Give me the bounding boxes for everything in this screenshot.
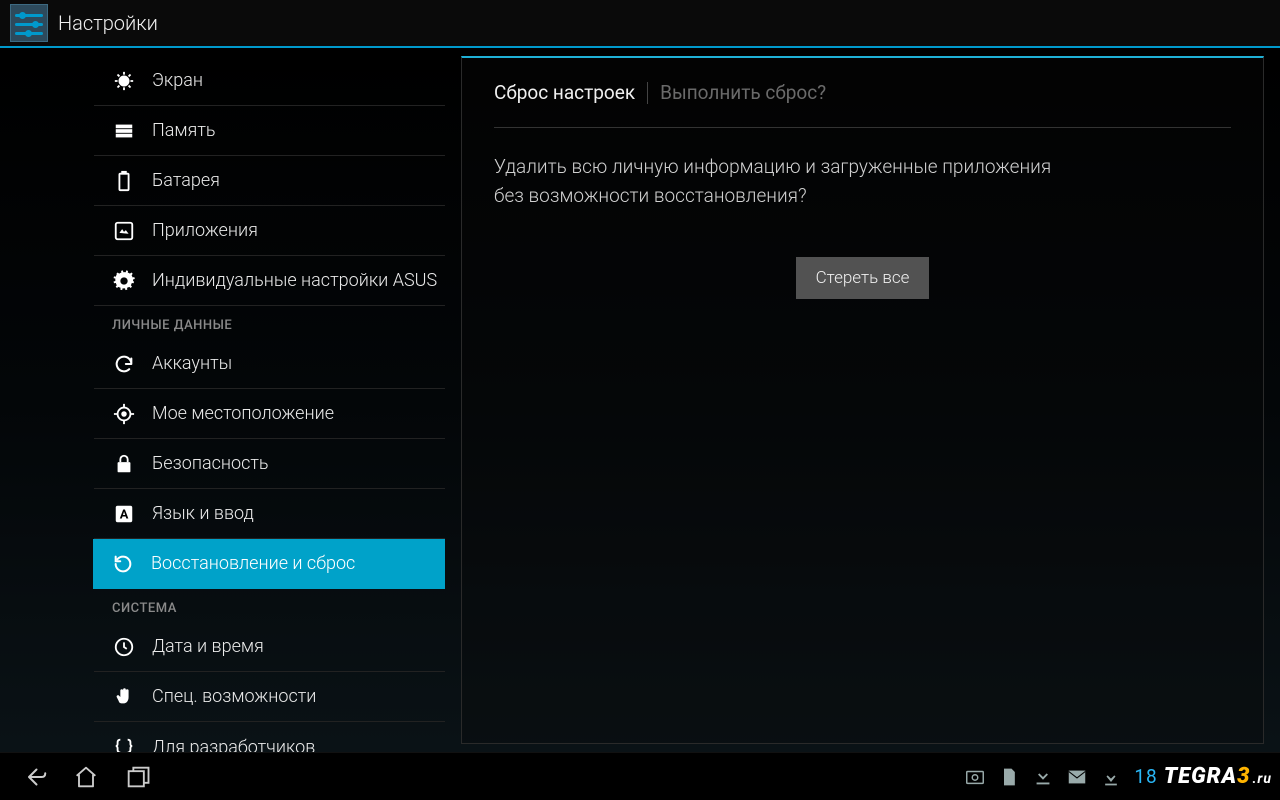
nav-label: Спец. возможности [152,686,316,707]
back-button[interactable] [8,757,60,797]
action-bar: Настройки [0,0,1280,48]
nav-label: Приложения [152,220,258,241]
svg-text:A: A [120,507,129,522]
screenshot-icon[interactable] [958,757,992,797]
body-line: без возможности восстановления? [494,184,807,207]
nav-section-system: СИСТЕМА [94,589,445,622]
nav-accounts[interactable]: Аккаунты [94,339,445,389]
nav-label: Индивидуальные настройки ASUS [152,270,437,291]
erase-all-button[interactable]: Стереть все [796,257,930,299]
gear-icon [112,269,136,293]
nav-label: Мое местоположение [152,403,334,424]
lock-icon [112,452,136,476]
braces-icon [112,735,136,752]
nav-accessibility[interactable]: Спец. возможности [94,672,445,722]
watermark-text: .ru [1252,771,1272,787]
language-icon: A [112,502,136,526]
nav-datetime[interactable]: Дата и время [94,622,445,672]
settings-app-icon [10,4,48,42]
content-area: Экран Память Батарея Приложения [0,48,1280,752]
system-bar: 18 TEGRA3.ru [0,752,1280,800]
confirmation-text: Удалить всю личную информацию и загружен… [494,128,1231,211]
nav-apps[interactable]: Приложения [94,206,445,256]
download-arrow-icon [1094,757,1128,797]
nav-label: Для разработчиков [152,737,315,753]
nav-label: Батарея [152,170,220,191]
download-icon [1026,757,1060,797]
nav-battery[interactable]: Батарея [94,156,445,206]
storage-icon [112,119,136,143]
watermark-text: 3 [1237,764,1250,789]
battery-icon [112,169,136,193]
body-line: Удалить всю личную информацию и загружен… [494,155,1051,178]
nav-label: Восстановление и сброс [151,553,355,574]
apps-icon [112,219,136,243]
nav-developer[interactable]: Для разработчиков [94,722,445,752]
breadcrumb-current[interactable]: Сброс настроек [494,81,635,104]
nav-label: Аккаунты [152,353,232,374]
nav-label: Безопасность [152,453,269,474]
location-icon [112,402,136,426]
recent-apps-button[interactable] [112,757,164,797]
restore-icon [111,552,135,576]
nav-security[interactable]: Безопасность [94,439,445,489]
nav-label: Язык и ввод [152,503,254,524]
hand-icon [112,685,136,709]
nav-backup-reset[interactable]: Восстановление и сброс [93,539,445,589]
nav-label: Экран [152,70,203,91]
nav-label: Дата и время [152,636,264,657]
page-title: Настройки [58,11,158,35]
nav-label: Память [152,120,216,141]
nav-location[interactable]: Мое местоположение [94,389,445,439]
breadcrumb: Сброс настроек Выполнить сброс? [494,58,1231,128]
display-icon [112,69,136,93]
status-clock[interactable]: 18 [1134,765,1157,788]
watermark: TEGRA3.ru [1164,764,1272,789]
home-button[interactable] [60,757,112,797]
nav-storage[interactable]: Память [94,106,445,156]
watermark-text: TEGRA [1164,764,1237,789]
detail-panel: Сброс настроек Выполнить сброс? Удалить … [461,56,1264,744]
clock-icon [112,635,136,659]
breadcrumb-separator [647,82,648,104]
settings-nav: Экран Память Батарея Приложения [0,48,445,752]
breadcrumb-trail: Выполнить сброс? [660,81,826,104]
nav-asus-custom[interactable]: Индивидуальные настройки ASUS [94,256,445,306]
mail-icon [1060,757,1094,797]
nav-section-personal: ЛИЧНЫЕ ДАННЫЕ [94,306,445,339]
nav-language[interactable]: A Язык и ввод [94,489,445,539]
nav-display[interactable]: Экран [94,56,445,106]
sdcard-icon [992,757,1026,797]
sync-icon [112,352,136,376]
